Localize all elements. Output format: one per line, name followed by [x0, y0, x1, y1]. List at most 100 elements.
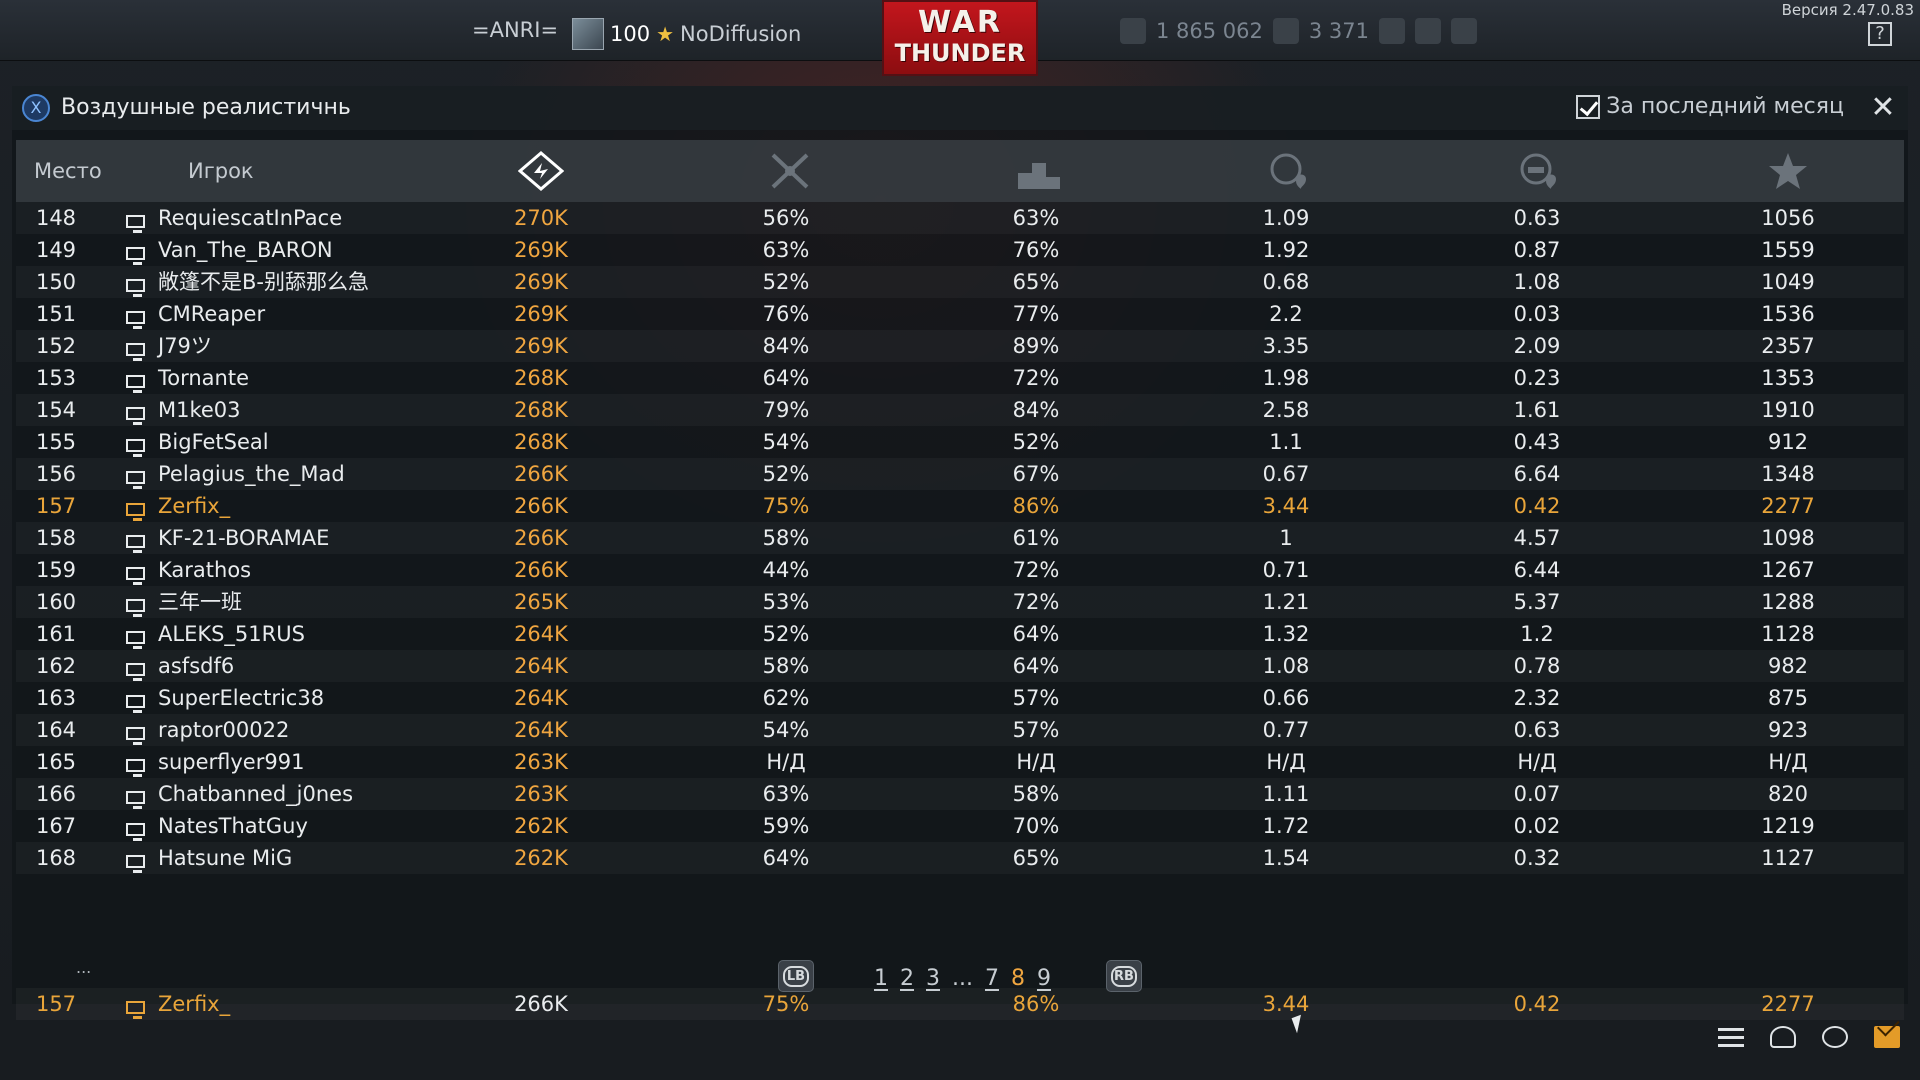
air-kills-icon[interactable]	[1266, 150, 1312, 192]
table-row[interactable]: 168 Hatsune MiG 262K 64% 65% 1.54 0.32 1127	[16, 842, 1904, 874]
avatar[interactable]	[572, 18, 604, 50]
page-link[interactable]: 2	[900, 966, 914, 991]
place-cell: 157	[35, 494, 77, 518]
score-cell: 270K	[514, 206, 568, 230]
player-name-cell[interactable]: BigFetSeal	[158, 426, 269, 458]
table-row[interactable]: 153 Tornante 268K 64% 72% 1.98 0.23 1353	[16, 362, 1904, 394]
table-row[interactable]: 159 Karathos 266K 44% 72% 0.71 6.44 1267	[16, 554, 1904, 586]
game-mode-selector[interactable]: Воздушные реалистичные бо	[61, 95, 351, 120]
player-profile[interactable]: 100 ★ NoDiffusion	[572, 18, 801, 50]
table-row[interactable]: 155 BigFetSeal 268K 54% 52% 1.1 0.43 912	[16, 426, 1904, 458]
rating-cell: 1559	[1761, 238, 1815, 262]
player-name-cell[interactable]: asfsdf6	[158, 650, 234, 682]
page-link[interactable]: 3	[926, 966, 940, 991]
table-row[interactable]: 156 Pelagius_the_Mad 266K 52% 67% 0.67 6.64 134…	[16, 458, 1904, 490]
balloon-icon[interactable]	[1379, 18, 1406, 44]
prev-page-lb-button[interactable]: LB	[778, 960, 814, 992]
table-row[interactable]: 154 M1ke03 268K 79% 84% 2.58 1.61 1910	[16, 394, 1904, 426]
player-name-cell[interactable]: Chatbanned_j0nes	[158, 778, 353, 810]
player-name-cell[interactable]: NatesThatGuy	[158, 810, 308, 842]
player-name-cell[interactable]: 敞篷不是B-别舔那么急	[158, 266, 369, 298]
ground-kills-cell: 0.87	[1513, 238, 1561, 262]
score-cell: 266K	[514, 558, 568, 582]
player-name-cell[interactable]: Hatsune MiG	[158, 842, 292, 874]
currency-bar: 1 865 062 3 371	[1120, 18, 1478, 44]
table-row[interactable]: 160 三年一班 265K 53% 72% 1.21 5.37 1288	[16, 586, 1904, 618]
player-name-cell[interactable]: superflyer991	[158, 746, 304, 778]
ground-kills-icon[interactable]	[1516, 150, 1562, 192]
rating-icon[interactable]	[518, 150, 564, 192]
air-kills-cell: 1.32	[1262, 622, 1310, 646]
rating-cell: 2357	[1761, 334, 1815, 358]
player-name-cell[interactable]: RequiescatInPace	[158, 202, 342, 234]
player-name-cell[interactable]: Karathos	[158, 554, 251, 586]
list-icon[interactable]	[1718, 1026, 1744, 1048]
close-button[interactable]: ✕	[1868, 93, 1898, 124]
month-filter-checkbox[interactable]	[1576, 94, 1601, 119]
war-thunder-logo[interactable]: WAR THUNDER	[882, 0, 1038, 76]
header-place[interactable]: Место	[34, 140, 102, 202]
lb-label: LB	[783, 966, 809, 987]
pc-platform-icon	[126, 714, 148, 746]
player-name-cell[interactable]: Van_The_BARON	[158, 234, 333, 266]
squadron-tag[interactable]: =ANRI=	[472, 18, 558, 42]
star-icon[interactable]	[1765, 150, 1811, 192]
player-name-cell[interactable]: SuperElectric38	[158, 682, 324, 714]
top-bar: =ANRI= 100 ★ NoDiffusion WAR THUNDER 1 8…	[0, 0, 1920, 76]
top-rate-cell: 72%	[1012, 558, 1060, 582]
player-name-cell[interactable]: Tornante	[158, 362, 249, 394]
player-name-cell[interactable]: raptor00022	[158, 714, 289, 746]
table-row[interactable]: 165 superflyer991 263K Н/Д Н/Д Н/Д Н/Д Н/Д	[16, 746, 1904, 778]
help-button[interactable]: ?	[1868, 22, 1892, 46]
chat-icon[interactable]	[1822, 1026, 1848, 1048]
mail-icon[interactable]	[1874, 1026, 1900, 1048]
table-row[interactable]: 161 ALEKS_51RUS 264K 52% 64% 1.32 1.2 1128	[16, 618, 1904, 650]
next-page-rb-button[interactable]: RB	[1106, 960, 1142, 992]
table-row[interactable]: 151 CMReaper 269K 76% 77% 2.2 0.03 1536	[16, 298, 1904, 330]
table-row[interactable]: 166 Chatbanned_j0nes 263K 63% 58% 1.11 0.07 820	[16, 778, 1904, 810]
rating-cell: 875	[1767, 686, 1809, 710]
header-player[interactable]: Игрок	[188, 140, 254, 202]
table-row[interactable]: 148 RequiescatInPace 270K 56% 63% 1.09 0.63 105…	[16, 202, 1904, 234]
player-name-cell[interactable]: KF-21-BORAMAE	[158, 522, 329, 554]
page-link[interactable]: 9	[1037, 966, 1051, 991]
friends-icon[interactable]	[1770, 1026, 1796, 1048]
top-rate-cell: 64%	[1012, 622, 1060, 646]
table-row[interactable]: 167 NatesThatGuy 262K 59% 70% 1.72 0.02 1219	[16, 810, 1904, 842]
air-kills-cell: 1.08	[1262, 654, 1310, 678]
page-link[interactable]: 1	[874, 966, 888, 991]
month-filter-toggle[interactable]: За последний месяц	[1576, 94, 1844, 119]
pc-platform-icon	[126, 362, 148, 394]
pc-platform-icon	[126, 682, 148, 714]
table-row[interactable]: 152 J79ツ 269K 84% 89% 3.35 2.09 2357	[16, 330, 1904, 362]
table-row[interactable]: 157 Zerfix_ 266K 75% 86% 3.44 0.42 2277	[16, 490, 1904, 522]
window-header: X Воздушные реалистичные бо За последний…	[12, 86, 1908, 130]
gamepad-x-button-icon[interactable]: X	[22, 94, 50, 122]
player-name-cell[interactable]: Zerfix_	[158, 490, 230, 522]
page-link[interactable]: 7	[985, 966, 999, 991]
air-kills-cell: 2.2	[1269, 302, 1303, 326]
table-row[interactable]: 150 敞篷不是B-别舔那么急 269K 52% 65% 0.68 1.08 1049	[16, 266, 1904, 298]
page-link[interactable]: 8	[1011, 966, 1025, 991]
win-rate-cell: 54%	[762, 718, 810, 742]
table-row[interactable]: 149 Van_The_BARON 269K 63% 76% 1.92 0.87 1559	[16, 234, 1904, 266]
player-name-cell[interactable]: J79ツ	[158, 330, 212, 362]
win-rate-cell: 52%	[762, 270, 810, 294]
player-name-cell[interactable]: Pelagius_the_Mad	[158, 458, 345, 490]
table-row[interactable]: 158 KF-21-BORAMAE 266K 58% 61% 1 4.57 1098	[16, 522, 1904, 554]
table-row[interactable]: 164 raptor00022 264K 54% 57% 0.77 0.63 923	[16, 714, 1904, 746]
crossed-swords-icon[interactable]	[767, 150, 813, 192]
top-rate-cell: 65%	[1012, 846, 1060, 870]
table-row[interactable]: 162 asfsdf6 264K 58% 64% 1.08 0.78 982	[16, 650, 1904, 682]
player-name-cell[interactable]: 三年一班	[158, 586, 242, 618]
player-name-cell[interactable]: ALEKS_51RUS	[158, 618, 305, 650]
podium-icon[interactable]	[1016, 150, 1062, 192]
pc-platform-icon	[126, 842, 148, 874]
diamond-icon[interactable]	[1415, 18, 1442, 44]
player-name-cell[interactable]: CMReaper	[158, 298, 265, 330]
ticket-icon[interactable]	[1451, 18, 1478, 44]
top-rate-cell: 57%	[1012, 686, 1060, 710]
table-row[interactable]: 163 SuperElectric38 264K 62% 57% 0.66 2.32 875	[16, 682, 1904, 714]
player-name-cell[interactable]: M1ke03	[158, 394, 241, 426]
rating-cell: 1056	[1761, 206, 1815, 230]
